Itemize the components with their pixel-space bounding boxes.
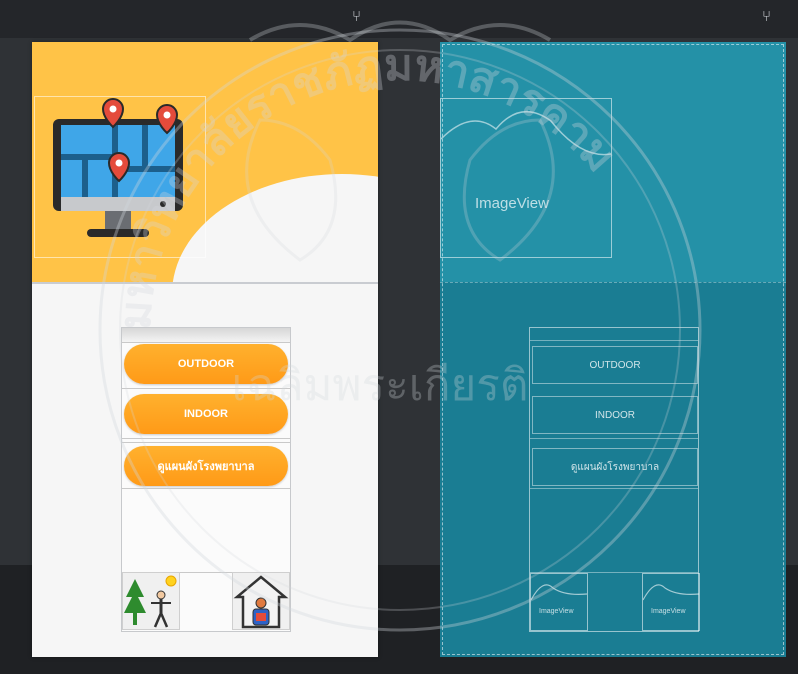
hospital-map-button-outline[interactable]: ดูแผนผังโรงพยาบาล bbox=[532, 448, 698, 486]
blueprint-imageview-left[interactable]: ImageView bbox=[530, 573, 588, 631]
menu-divider bbox=[530, 438, 698, 439]
outdoor-button-outline[interactable]: OUTDOOR bbox=[532, 346, 698, 384]
image-placeholder-icon bbox=[643, 584, 699, 601]
computer-map-icon bbox=[53, 98, 183, 237]
imageview-label: ImageView bbox=[651, 608, 686, 615]
pin-icon[interactable]: ⑂ bbox=[762, 8, 771, 25]
menu-shadow bbox=[122, 328, 290, 342]
blueprint-guide bbox=[440, 282, 786, 283]
editor-toolbar: ⑂ ⑂ bbox=[0, 0, 798, 38]
blueprint-imageview-right[interactable]: ImageView bbox=[642, 573, 700, 631]
image-placeholder-icon bbox=[441, 110, 611, 156]
imageview-label: ImageView bbox=[539, 608, 574, 615]
menu-divider bbox=[122, 488, 290, 489]
header-divider bbox=[32, 282, 378, 284]
blueprint-imageview[interactable]: ImageView bbox=[440, 98, 612, 258]
blueprint-view: ImageView OUTDOOR INDOOR ดูแผนผังโรงพยาบ… bbox=[440, 42, 786, 657]
indoor-button[interactable]: INDOOR bbox=[124, 394, 288, 434]
indoor-tile[interactable] bbox=[232, 572, 290, 630]
image-placeholder-icon bbox=[531, 584, 587, 601]
header-banner bbox=[32, 42, 378, 282]
menu-divider bbox=[122, 438, 290, 439]
menu-divider bbox=[530, 340, 698, 341]
outdoor-button[interactable]: OUTDOOR bbox=[124, 344, 288, 384]
pin-icon[interactable]: ⑂ bbox=[352, 8, 361, 25]
menu-divider bbox=[122, 388, 290, 389]
logo-imageview[interactable] bbox=[34, 96, 206, 258]
outdoor-tile[interactable] bbox=[122, 572, 180, 630]
hospital-map-button[interactable]: ดูแผนผังโรงพยาบาล bbox=[124, 446, 288, 486]
menu-divider bbox=[122, 342, 290, 343]
imageview-label: ImageView bbox=[475, 195, 549, 212]
indoor-house-icon bbox=[233, 575, 289, 629]
design-preview: OUTDOOR INDOOR ดูแผนผังโรงพยาบาล bbox=[32, 42, 378, 657]
blueprint-menu-container: OUTDOOR INDOOR ดูแผนผังโรงพยาบาล ImageVi… bbox=[529, 327, 700, 632]
menu-divider bbox=[530, 488, 698, 489]
menu-container: OUTDOOR INDOOR ดูแผนผังโรงพยาบาล bbox=[121, 327, 291, 632]
indoor-button-outline[interactable]: INDOOR bbox=[532, 396, 698, 434]
menu-divider bbox=[122, 442, 290, 443]
outdoor-person-icon bbox=[124, 575, 177, 628]
